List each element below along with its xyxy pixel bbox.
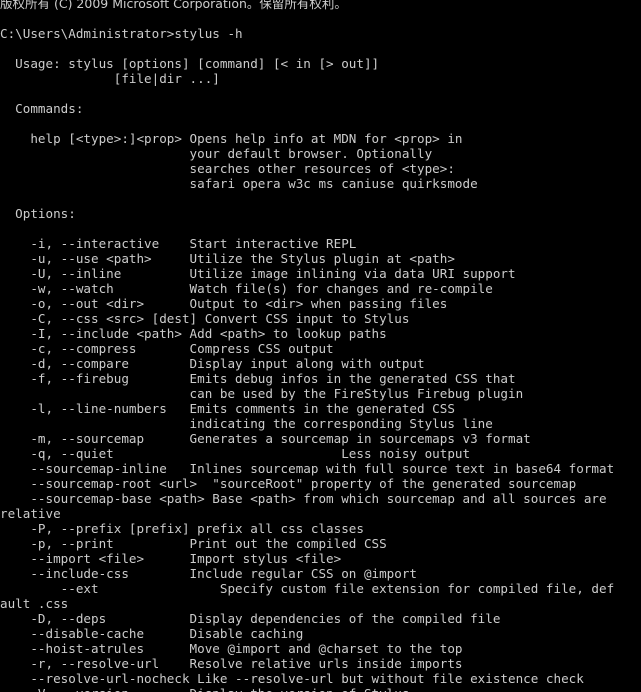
terminal-line: --import <file> Import stylus <file> (0, 551, 342, 566)
terminal-line: searches other resources of <type>: (0, 161, 455, 176)
terminal-line: -m, --sourcemap Generates a sourcemap in… (0, 431, 531, 446)
terminal-line: -w, --watch Watch file(s) for changes an… (0, 281, 493, 296)
terminal-line: -U, --inline Utilize image inlining via … (0, 266, 516, 281)
terminal-line: --sourcemap-base <path> Base <path> from… (0, 491, 615, 506)
terminal-line: -f, --firebug Emits debug infos in the g… (0, 371, 516, 386)
terminal-line: -o, --out <dir> Output to <dir> when pas… (0, 296, 448, 311)
terminal-line: [file|dir ...] (0, 71, 220, 86)
terminal-line: Commands: (0, 101, 84, 116)
terminal-line: safari opera w3c ms caniuse quirksmode (0, 176, 478, 191)
terminal-line: -l, --line-numbers Emits comments in the… (0, 401, 455, 416)
copyright-line: 版权所有 (C) 2009 Microsoft Corporation。保留所有… (0, 0, 347, 11)
terminal-line: help [<type>:]<prop> Opens help info at … (0, 131, 463, 146)
terminal-line: your default browser. Optionally (0, 146, 433, 161)
terminal-line: --resolve-url-nocheck Like --resolve-url… (0, 671, 584, 686)
terminal-line: --include-css Include regular CSS on @im… (0, 566, 418, 581)
terminal-line: C:\Users\Administrator>stylus -h (0, 26, 243, 41)
terminal-line: -d, --compare Display input along with o… (0, 356, 425, 371)
terminal-screen: 版权所有 (C) 2009 Microsoft Corporation。保留所有… (0, 0, 641, 692)
terminal-line: --ext Specify custom file extension for … (0, 581, 615, 596)
terminal-line: -D, --deps Display dependencies of the c… (0, 611, 501, 626)
terminal-line: can be used by the FireStylus Firebug pl… (0, 386, 524, 401)
terminal-line: indicating the corresponding Stylus line (0, 416, 493, 431)
terminal-line: -p, --print Print out the compiled CSS (0, 536, 387, 551)
terminal-line: ault .css (0, 596, 69, 611)
terminal-line: --sourcemap-root <url> "sourceRoot" prop… (0, 476, 577, 491)
terminal-line: Usage: stylus [options] [command] [< in … (0, 56, 380, 71)
terminal-line: Options: (0, 206, 76, 221)
terminal-line: -u, --use <path> Utilize the Stylus plug… (0, 251, 455, 266)
terminal-line: -i, --interactive Start interactive REPL (0, 236, 357, 251)
terminal-line: -I, --include <path> Add <path> to looku… (0, 326, 387, 341)
terminal-line: --sourcemap-inline Inlines sourcemap wit… (0, 461, 615, 476)
command-prompt-window[interactable]: 版权所有 (C) 2009 Microsoft Corporation。保留所有… (0, 0, 641, 692)
terminal-line: relative (0, 506, 61, 521)
terminal-line: -P, --prefix [prefix] prefix all css cla… (0, 521, 364, 536)
terminal-line: -V, --version Display the version of Sty… (0, 686, 641, 692)
terminal-line: -r, --resolve-url Resolve relative urls … (0, 656, 463, 671)
terminal-line: -q, --quiet Less noisy output (0, 446, 471, 461)
terminal-line: --disable-cache Disable caching (0, 626, 304, 641)
terminal-line: -c, --compress Compress CSS output (0, 341, 334, 356)
terminal-line: -C, --css <src> [dest] Convert CSS input… (0, 311, 410, 326)
terminal-line: --hoist-atrules Move @import and @charse… (0, 641, 463, 656)
